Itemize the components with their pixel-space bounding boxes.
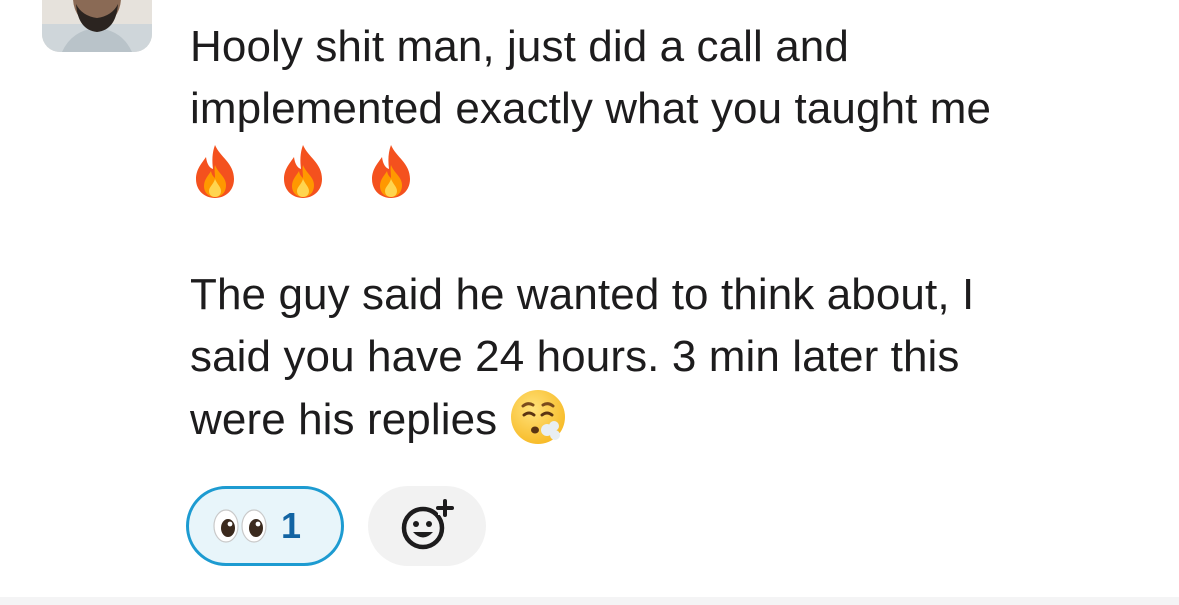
message-paragraph: The guy said he wanted to think about, I…: [190, 264, 1165, 451]
fire-emoji: [278, 143, 328, 199]
add-reaction-button[interactable]: [368, 486, 486, 566]
message-line-text: were his replies: [190, 395, 498, 444]
message-line: implemented exactly what you taught me: [190, 84, 992, 133]
message-line: The guy said he wanted to think about, I: [190, 270, 975, 319]
add-reaction-icon: [396, 495, 458, 557]
reaction-eyes-button[interactable]: 1: [186, 486, 344, 566]
eyes-emoji: [213, 509, 267, 543]
message-line: Hooly shit man, just did a call and: [190, 22, 849, 71]
eye-left-icon: [213, 509, 239, 543]
emoji-row: [190, 140, 1165, 202]
reaction-bar: 1: [186, 486, 486, 566]
face-exhaling-emoji: [509, 388, 567, 446]
message-line: were his replies: [190, 388, 1165, 451]
fire-emoji: [190, 143, 240, 199]
avatar[interactable]: [42, 0, 152, 52]
message-body: Hooly shit man, just did a call and impl…: [190, 16, 1165, 451]
reaction-count: 1: [281, 505, 302, 546]
chat-message: Hooly shit man, just did a call and impl…: [0, 0, 1179, 605]
message-line: said you have 24 hours. 3 min later this: [190, 332, 960, 381]
fire-emoji: [366, 143, 416, 199]
message-paragraph: Hooly shit man, just did a call and impl…: [190, 16, 1165, 202]
divider: [0, 597, 1179, 605]
eye-right-icon: [241, 509, 267, 543]
